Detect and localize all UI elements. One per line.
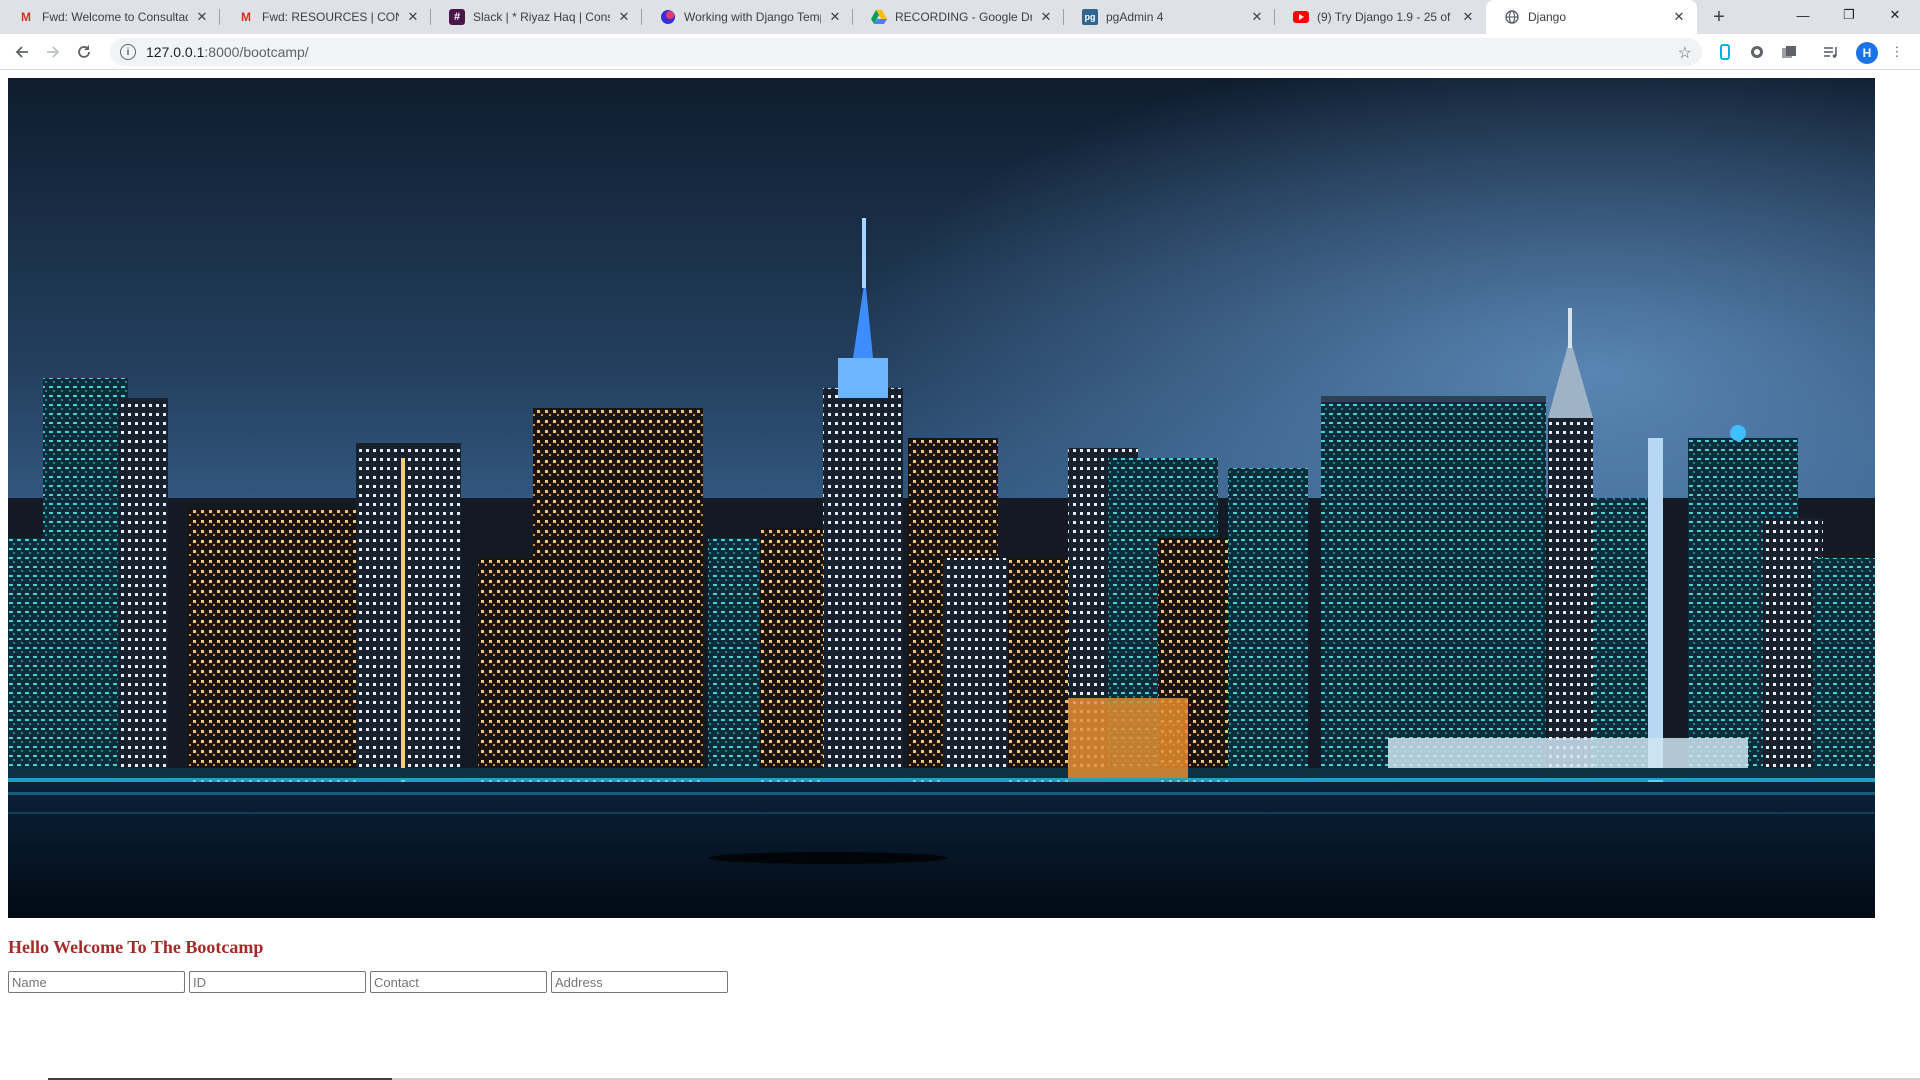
pgadmin-icon: pg	[1082, 9, 1098, 25]
address-bar[interactable]: i 127.0.0.1:8000/bootcamp/ ☆	[110, 38, 1702, 66]
url-path: :8000/bootcamp/	[204, 44, 309, 60]
bootcamp-form	[8, 971, 728, 993]
tab-title: pgAdmin 4	[1106, 10, 1164, 24]
welcome-heading: Hello Welcome To The Bootcamp	[8, 937, 264, 957]
close-icon[interactable]: ✕	[1249, 9, 1265, 25]
extension-circle-icon[interactable]	[1748, 43, 1766, 61]
tab-gmail-resources[interactable]: M Fwd: RESOURCES | CONTEN ✕	[220, 0, 431, 34]
close-icon[interactable]: ✕	[194, 9, 210, 25]
tab-gmail-welcome[interactable]: M Fwd: Welcome to Consultad ✕	[0, 0, 220, 34]
gmail-icon: M	[21, 10, 31, 24]
close-icon[interactable]: ✕	[1671, 9, 1687, 25]
reload-icon[interactable]	[70, 38, 98, 66]
page-viewport: Hello Welcome To The Bootcamp	[0, 70, 1920, 1080]
gmail-icon: M	[241, 10, 251, 24]
url-text: 127.0.0.1:8000/bootcamp/	[146, 44, 309, 60]
tab-strip: M Fwd: Welcome to Consultad ✕ M Fwd: RES…	[0, 0, 1920, 34]
extension-icon[interactable]	[1716, 43, 1734, 61]
close-icon[interactable]: ✕	[1460, 9, 1476, 25]
browser-toolbar: i 127.0.0.1:8000/bootcamp/ ☆ H ⋮	[0, 34, 1920, 70]
browser-logo-icon	[660, 9, 676, 25]
tab-title: Fwd: RESOURCES | CONTEN	[262, 10, 399, 24]
tab-title: RECORDING - Google Drive	[895, 10, 1032, 24]
url-host: 127.0.0.1	[146, 44, 205, 60]
address-input[interactable]	[551, 971, 728, 993]
menu-kebab-icon[interactable]: ⋮	[1888, 43, 1906, 61]
tab-slack[interactable]: # Slack | * Riyaz Haq | Consult ✕	[431, 0, 642, 34]
globe-icon	[1504, 9, 1520, 25]
tab-youtube[interactable]: (9) Try Django 1.9 - 25 of 38 ✕	[1275, 0, 1486, 34]
new-tab-button[interactable]: +	[1707, 5, 1731, 29]
google-drive-icon	[871, 9, 887, 25]
tab-django[interactable]: Django ✕	[1486, 0, 1697, 34]
close-icon[interactable]: ✕	[827, 9, 843, 25]
minimize-icon[interactable]: —	[1780, 0, 1826, 30]
contact-input[interactable]	[370, 971, 547, 993]
bookmark-star-icon[interactable]: ☆	[1678, 43, 1692, 63]
youtube-icon	[1293, 9, 1309, 25]
tab-google-drive[interactable]: RECORDING - Google Drive ✕	[853, 0, 1064, 34]
tab-title: Working with Django Templ	[684, 10, 821, 24]
tab-title: Django	[1528, 10, 1567, 24]
close-icon[interactable]: ✕	[616, 9, 632, 25]
extension-stack-icon[interactable]	[1780, 43, 1798, 61]
tab-title: Slack | * Riyaz Haq | Consult	[473, 10, 610, 24]
forward-icon[interactable]	[39, 38, 67, 66]
id-input[interactable]	[189, 971, 366, 993]
close-icon[interactable]: ✕	[1038, 9, 1054, 25]
window-close-icon[interactable]: ✕	[1872, 0, 1918, 30]
back-icon[interactable]	[8, 38, 36, 66]
media-controls-icon[interactable]	[1822, 43, 1840, 61]
tab-django-templates[interactable]: Working with Django Templ ✕	[642, 0, 853, 34]
restore-icon[interactable]: ❐	[1826, 0, 1872, 30]
site-info-icon[interactable]: i	[120, 44, 136, 60]
slack-icon: #	[449, 9, 465, 25]
tab-pgadmin[interactable]: pg pgAdmin 4 ✕	[1064, 0, 1275, 34]
name-input[interactable]	[8, 971, 185, 993]
profile-avatar[interactable]: H	[1856, 42, 1878, 64]
city-skyline-image	[8, 78, 1875, 918]
tab-title: Fwd: Welcome to Consultad	[42, 10, 188, 24]
close-icon[interactable]: ✕	[405, 9, 421, 25]
tab-title: (9) Try Django 1.9 - 25 of 38	[1317, 10, 1454, 24]
